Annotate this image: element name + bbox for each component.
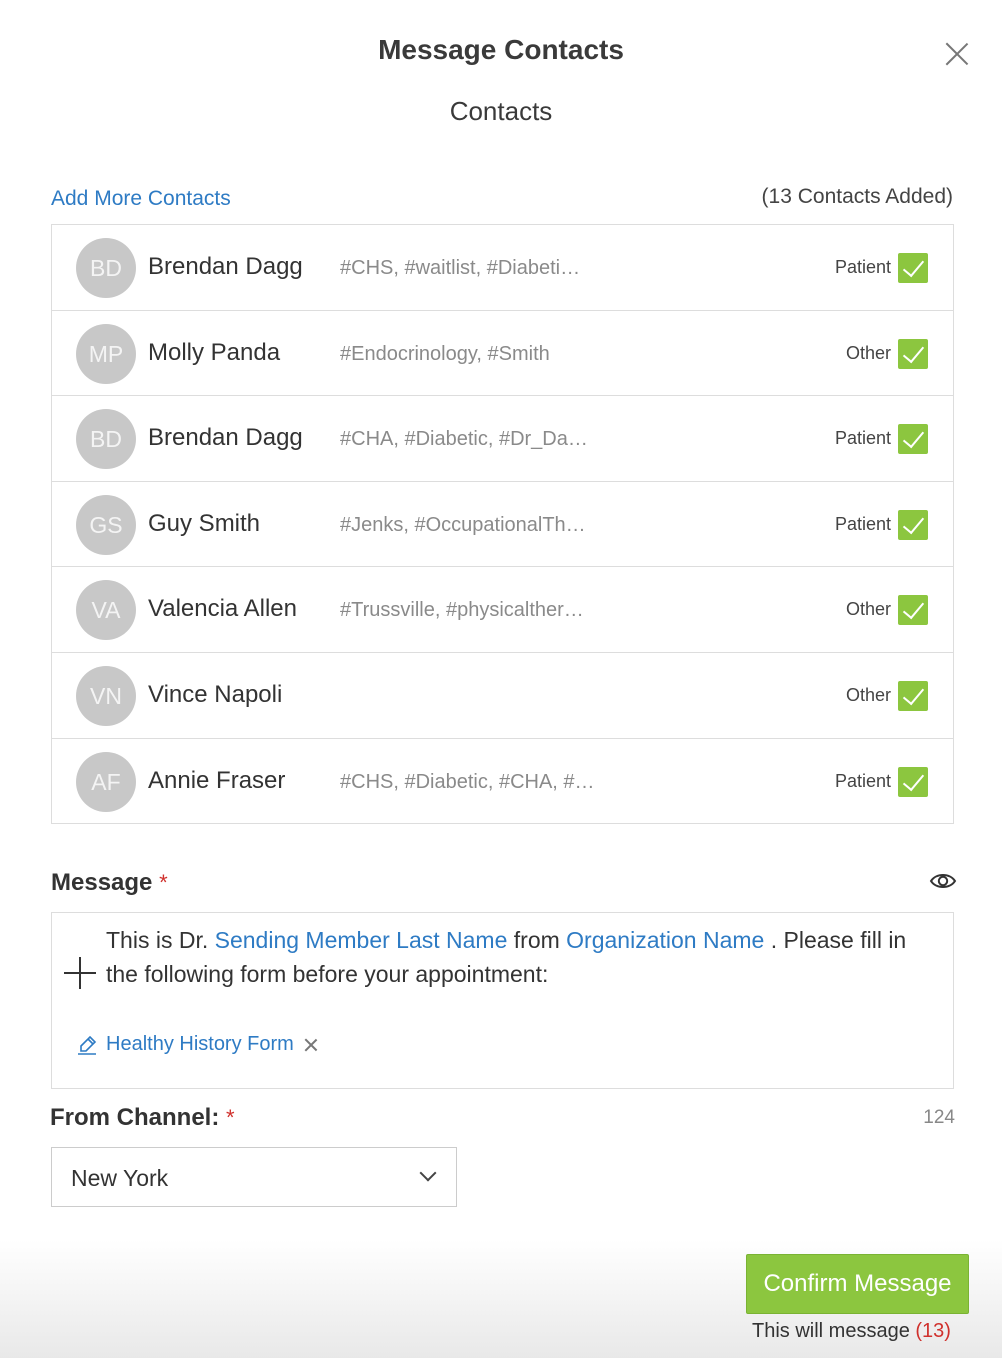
contact-row: AF Annie Fraser #CHS, #Diabetic, #CHA, #… — [52, 739, 953, 825]
section-subtitle: Contacts — [449, 96, 553, 126]
contact-row: GS Guy Smith #Jenks, #OccupationalTh… Pa… — [52, 482, 953, 568]
contact-type: Patient — [834, 513, 891, 534]
contact-list: BD Brendan Dagg #CHS, #waitlist, #Diabet… — [51, 224, 954, 824]
message-text-part: This is Dr. — [106, 927, 209, 953]
contact-checkbox[interactable] — [898, 595, 928, 626]
contact-checkbox[interactable] — [898, 253, 928, 283]
contact-type: Other — [845, 684, 891, 705]
signature-pen-icon — [78, 1035, 97, 1055]
attachment-label[interactable]: Healthy History Form — [106, 1033, 294, 1056]
message-editor[interactable]: This is Dr. Sending Member Last Name fro… — [51, 912, 954, 1089]
message-label-text: Message — [51, 869, 153, 896]
contact-tags: #CHS, #Diabetic, #CHA, #… — [340, 770, 595, 793]
confirm-message-button[interactable]: Confirm Message — [746, 1254, 969, 1314]
channel-select[interactable]: New York — [51, 1147, 457, 1207]
avatar: BD — [76, 409, 136, 470]
contact-tags: #Trussville, #physicalther… — [340, 599, 584, 622]
avatar: GS — [76, 494, 136, 555]
contact-checkbox[interactable] — [898, 680, 928, 711]
character-count: 124 — [923, 1107, 955, 1128]
required-mark: * — [159, 870, 168, 895]
recipient-summary: This will message (13) — [752, 1320, 951, 1343]
required-mark: * — [226, 1105, 235, 1130]
contact-name: Annie Fraser — [148, 766, 286, 794]
plus-icon[interactable] — [64, 957, 96, 989]
close-icon[interactable] — [942, 38, 972, 68]
contact-type: Patient — [834, 428, 891, 449]
message-text-part: from — [513, 927, 560, 953]
contact-name: Brendan Dagg — [148, 253, 303, 280]
contact-row: MP Molly Panda #Endocrinology, #Smith Ot… — [52, 311, 953, 397]
message-contacts-modal: Message Contacts Contacts Add More Conta… — [0, 0, 1002, 1358]
eye-icon[interactable] — [928, 866, 958, 896]
contact-name: Vince Napoli — [148, 680, 283, 708]
avatar: VN — [76, 665, 136, 726]
contact-row: BD Brendan Dagg #CHA, #Diabetic, #Dr_Da…… — [52, 396, 953, 482]
avatar: MP — [76, 323, 136, 384]
contact-row: VA Valencia Allen #Trussville, #physical… — [52, 567, 953, 653]
from-channel-label: From Channel: * — [50, 1104, 235, 1132]
modal-title: Message Contacts — [378, 34, 624, 65]
contact-tags: #Endocrinology, #Smith — [340, 342, 550, 365]
recipient-summary-text: This will message — [752, 1320, 910, 1342]
form-attachment[interactable]: Healthy History Form — [76, 1033, 318, 1056]
channel-selected-value: New York — [71, 1165, 169, 1191]
avatar: VA — [76, 580, 136, 641]
contact-checkbox[interactable] — [898, 424, 928, 455]
contact-checkbox[interactable] — [898, 766, 928, 797]
contact-checkbox[interactable] — [898, 509, 928, 540]
contact-type: Other — [845, 342, 891, 363]
contacts-count-label: (13 Contacts Added) — [761, 185, 953, 208]
add-more-contacts-link[interactable]: Add More Contacts — [51, 187, 231, 211]
remove-attachment-icon[interactable] — [304, 1038, 318, 1052]
contact-type: Other — [845, 599, 891, 620]
contact-row: BD Brendan Dagg #CHS, #waitlist, #Diabet… — [52, 225, 953, 311]
contact-row: VN Vince Napoli Other — [52, 653, 953, 739]
avatar: AF — [76, 751, 136, 812]
contact-tags: #CHA, #Diabetic, #Dr_Da… — [340, 428, 588, 451]
variable-token[interactable]: Organization Name — [566, 927, 764, 953]
message-body[interactable]: This is Dr. Sending Member Last Name fro… — [106, 923, 936, 991]
contact-type: Patient — [834, 770, 891, 791]
variable-token[interactable]: Sending Member Last Name — [215, 927, 508, 953]
contact-tags: #CHS, #waitlist, #Diabeti… — [340, 257, 581, 279]
message-label: Message * — [51, 869, 168, 897]
avatar: BD — [76, 238, 136, 298]
from-channel-label-text: From Channel: — [50, 1104, 220, 1131]
contact-name: Brendan Dagg — [148, 424, 303, 452]
contact-name: Guy Smith — [148, 509, 261, 537]
contact-checkbox[interactable] — [898, 338, 928, 369]
contact-name: Molly Panda — [148, 338, 281, 366]
recipient-count: (13) — [915, 1320, 951, 1342]
contact-type: Patient — [834, 257, 891, 277]
contact-tags: #Jenks, #OccupationalTh… — [340, 513, 586, 536]
contact-name: Valencia Allen — [148, 595, 297, 623]
chevron-down-icon — [419, 1164, 437, 1182]
